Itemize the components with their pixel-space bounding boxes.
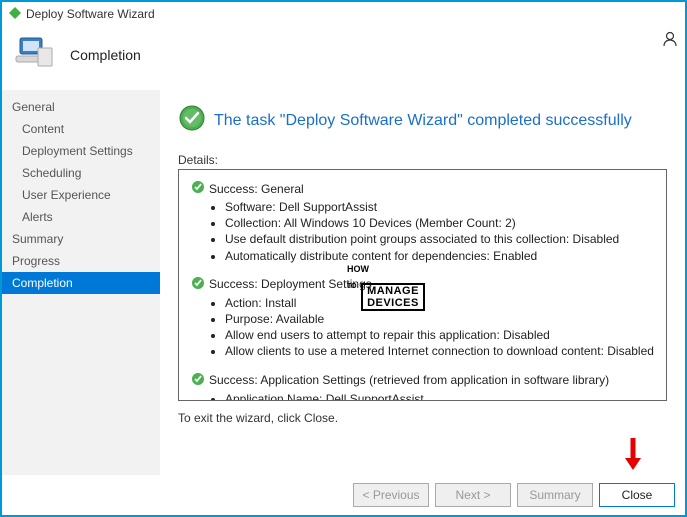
section-bullets: Application Name: Dell SupportAssistAppl…: [191, 391, 654, 402]
wizard-window: Deploy Software Wizard Completion Genera…: [0, 0, 687, 517]
user-icon[interactable]: [661, 30, 679, 53]
section-title: Success: General: [209, 182, 304, 196]
sidebar-item-summary[interactable]: Summary: [2, 228, 160, 250]
exit-instruction: To exit the wizard, click Close.: [178, 411, 667, 425]
bullet-item: Application Name: Dell SupportAssist: [225, 391, 654, 402]
success-check-icon: [178, 104, 206, 137]
check-icon: [191, 180, 205, 197]
app-icon: [8, 6, 22, 23]
details-label: Details:: [178, 153, 667, 167]
sidebar-item-progress[interactable]: Progress: [2, 250, 160, 272]
next-button: Next >: [435, 483, 511, 507]
bullet-item: Allow clients to use a metered Internet …: [225, 343, 654, 359]
bullet-item: Purpose: Available: [225, 311, 654, 327]
bullet-item: Automatically distribute content for dep…: [225, 248, 654, 264]
bullet-item: Software: Dell SupportAssist: [225, 199, 654, 215]
computer-icon: [14, 34, 54, 75]
wizard-body: GeneralContentDeployment SettingsSchedul…: [2, 90, 685, 475]
annotation-arrow: [623, 436, 643, 475]
success-header: The task "Deploy Software Wizard" comple…: [178, 104, 667, 137]
sidebar: GeneralContentDeployment SettingsSchedul…: [2, 90, 160, 475]
close-button[interactable]: Close: [599, 483, 675, 507]
success-title: The task "Deploy Software Wizard" comple…: [214, 112, 632, 130]
sidebar-item-scheduling[interactable]: Scheduling: [2, 162, 160, 184]
header-title: Completion: [70, 47, 141, 63]
check-icon: [191, 276, 205, 293]
titlebar: Deploy Software Wizard: [2, 2, 685, 26]
summary-button: Summary: [517, 483, 593, 507]
bullet-item: Collection: All Windows 10 Devices (Memb…: [225, 215, 654, 231]
button-bar: < Previous Next > Summary Close: [353, 483, 675, 507]
sidebar-item-content[interactable]: Content: [2, 118, 160, 140]
sidebar-item-user-experience[interactable]: User Experience: [2, 184, 160, 206]
sidebar-item-general[interactable]: General: [2, 96, 160, 118]
check-icon: [191, 372, 205, 389]
window-title: Deploy Software Wizard: [26, 7, 155, 21]
section-header: Success: Application Settings (retrieved…: [191, 372, 654, 389]
bullet-item: Allow end users to attempt to repair thi…: [225, 327, 654, 343]
details-section: Success: Application Settings (retrieved…: [191, 372, 654, 402]
section-title: Success: Application Settings (retrieved…: [209, 373, 609, 387]
sidebar-item-deployment-settings[interactable]: Deployment Settings: [2, 140, 160, 162]
sidebar-item-completion[interactable]: Completion: [2, 272, 160, 294]
section-bullets: Software: Dell SupportAssistCollection: …: [191, 199, 654, 264]
details-section: Success: General Software: Dell SupportAs…: [191, 180, 654, 264]
sidebar-item-alerts[interactable]: Alerts: [2, 206, 160, 228]
bullet-item: Use default distribution point groups as…: [225, 231, 654, 247]
previous-button: < Previous: [353, 483, 429, 507]
bullet-item: Action: Install: [225, 295, 654, 311]
section-header: Success: General: [191, 180, 654, 197]
watermark: HOW TO MANAGEDEVICES: [347, 265, 425, 311]
header: Completion: [2, 26, 685, 90]
